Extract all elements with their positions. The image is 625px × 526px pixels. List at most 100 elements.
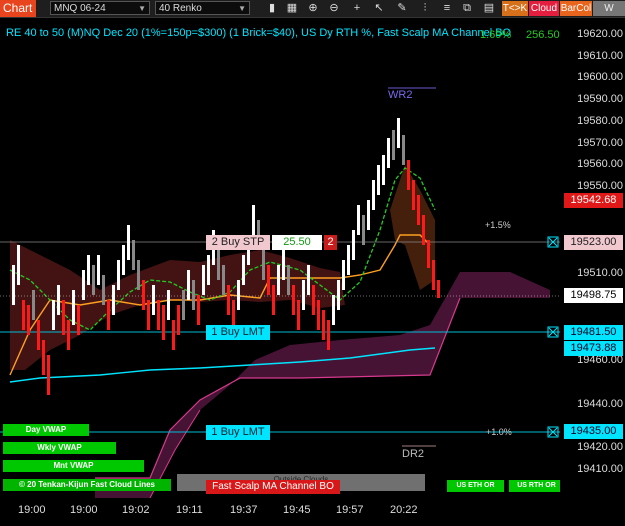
buy-stp-qty[interactable]: 2	[324, 235, 337, 250]
renko-brick	[372, 180, 375, 210]
us-eth-or-button[interactable]: US ETH OR	[447, 480, 504, 492]
price-tag-lmt-2: 19435.00	[564, 424, 623, 439]
renko-brick	[337, 280, 340, 310]
grid-icon[interactable]: ▦	[285, 1, 299, 15]
renko-brick	[287, 265, 290, 295]
template-icon[interactable]: ⧉	[460, 1, 474, 15]
buy-stp-order[interactable]: 2 Buy STP	[206, 235, 270, 250]
wkly-vwap-button[interactable]: Wkly VWAP	[3, 442, 116, 454]
renko-brick	[152, 285, 155, 315]
properties-icon[interactable]: ≡	[440, 1, 454, 15]
y-tick: 19560.00	[577, 158, 623, 170]
top-right-value: 256.50	[526, 29, 560, 41]
top-right-pct: 1.69%	[480, 29, 512, 41]
renko-brick	[202, 265, 205, 295]
y-tick: 19600.00	[577, 71, 623, 83]
buy-stp-price[interactable]: 25.50	[272, 235, 322, 250]
renko-brick	[112, 285, 115, 315]
fast-scalp-button[interactable]: Fast Scalp MA Channel BO	[206, 480, 340, 494]
toolbar: Chart MNQ 06-24 ▼ 40 Renko ▼ ▮ ▦ ⊕ ⊖ + ↖…	[0, 0, 625, 29]
price-tag-lmt-1: 19481.50	[564, 325, 623, 340]
renko-brick	[207, 255, 210, 285]
renko-brick	[367, 200, 370, 230]
renko-brick	[327, 320, 330, 350]
y-tick: 19610.00	[577, 50, 623, 62]
instrument-value: MNQ 06-24	[54, 3, 106, 14]
cursor-icon[interactable]: ↖	[372, 1, 386, 15]
renko-brick	[77, 305, 80, 335]
y-tick: 19590.00	[577, 93, 623, 105]
renko-brick	[242, 255, 245, 285]
buy-lmt-order-2[interactable]: 1 Buy LMT	[206, 425, 270, 440]
period-selector[interactable]: 40 Renko ▼	[155, 1, 250, 15]
chevron-down-icon: ▼	[238, 4, 246, 13]
bar-chart-icon[interactable]: ▮	[265, 1, 279, 15]
time-axis[interactable]: 19:00 19:00 19:02 19:11 19:37 19:45 19:5…	[0, 500, 625, 526]
buy-lmt-order-1[interactable]: 1 Buy LMT	[206, 325, 270, 340]
renko-brick	[42, 340, 45, 375]
renko-brick	[97, 255, 100, 285]
renko-brick	[432, 260, 435, 290]
wvwap-button[interactable]: W VWA	[593, 1, 625, 29]
renko-brick	[172, 320, 175, 350]
y-tick: 19580.00	[577, 115, 623, 127]
chart-trader-icon[interactable]: ⫶	[418, 1, 432, 15]
templates-icon[interactable]: ▤	[482, 1, 496, 15]
renko-brick	[262, 250, 265, 280]
x-tick: 19:11	[176, 504, 203, 516]
chart-tab[interactable]: Chart	[0, 0, 36, 17]
x-tick: 19:00	[70, 504, 98, 516]
renko-brick	[237, 280, 240, 310]
renko-brick	[142, 280, 145, 310]
renko-brick	[217, 250, 220, 280]
renko-brick	[407, 160, 410, 190]
renko-brick	[117, 260, 120, 290]
barcol-button[interactable]: BarCol	[560, 1, 592, 16]
renko-brick	[317, 300, 320, 330]
renko-brick	[427, 240, 430, 268]
renko-brick	[122, 245, 125, 275]
renko-brick	[32, 290, 35, 320]
renko-brick	[297, 300, 300, 330]
chart-title: RE 40 to 50 (M)NQ Dec 20 (1%=150p=$300) …	[6, 27, 512, 39]
crosshair-icon[interactable]: +	[350, 1, 364, 15]
zoom-out-icon[interactable]: ⊖	[327, 1, 341, 15]
wr2-label: WR2	[388, 89, 413, 101]
renko-brick	[22, 300, 25, 330]
renko-brick	[342, 260, 345, 290]
copyright-label: © 20	[19, 480, 37, 489]
renko-brick	[437, 280, 440, 298]
renko-brick	[307, 265, 310, 295]
y-tick: 19510.00	[577, 267, 623, 279]
renko-brick	[312, 285, 315, 315]
y-tick: 19550.00	[577, 180, 623, 192]
renko-brick	[17, 245, 20, 285]
renko-brick	[362, 215, 365, 245]
renko-brick	[387, 138, 390, 168]
renko-brick	[157, 300, 160, 330]
instrument-selector[interactable]: MNQ 06-24 ▼	[50, 1, 150, 15]
cloud-button[interactable]: Cloud	[529, 1, 559, 16]
renko-brick	[302, 280, 305, 310]
zoom-in-icon[interactable]: ⊕	[306, 1, 320, 15]
renko-brick	[12, 265, 15, 305]
y-tick: 19420.00	[577, 441, 623, 453]
renko-brick	[292, 285, 295, 315]
renko-brick	[147, 300, 150, 330]
chevron-down-icon: ▼	[138, 4, 146, 13]
renko-brick	[352, 230, 355, 260]
mnt-vwap-button[interactable]: Mnt VWAP	[3, 460, 144, 472]
x-tick: 19:45	[283, 504, 311, 516]
us-rth-or-button[interactable]: US RTH OR	[509, 480, 564, 492]
x-tick: 19:02	[122, 504, 150, 516]
tenkan-kijun-button[interactable]: © 20 Tenkan-Kijun Fast Cloud Lines	[3, 479, 171, 491]
renko-brick	[197, 295, 200, 325]
drawing-tool-icon[interactable]: ✎	[395, 1, 409, 15]
day-vwap-button[interactable]: Day VWAP	[3, 424, 89, 436]
renko-brick	[282, 250, 285, 280]
renko-brick	[107, 300, 110, 330]
price-axis[interactable]: 19620.00 19610.00 19600.00 19590.00 1958…	[560, 18, 625, 498]
renko-brick	[187, 270, 190, 300]
x-tick: 19:37	[230, 504, 258, 516]
tk-button[interactable]: T<>K	[502, 1, 528, 16]
